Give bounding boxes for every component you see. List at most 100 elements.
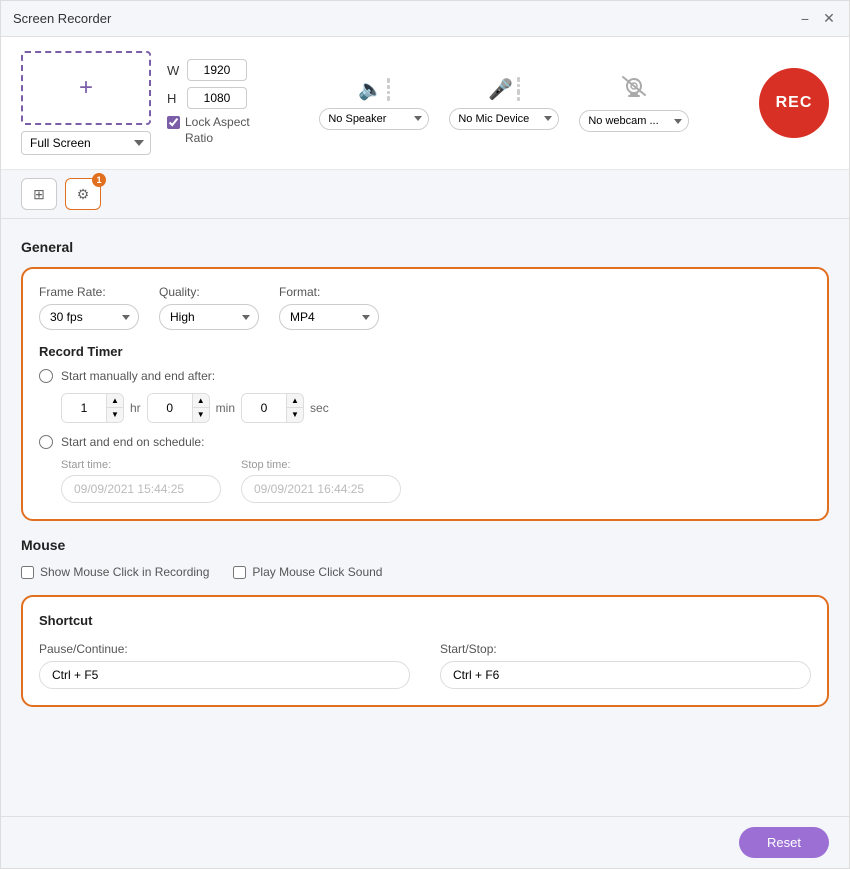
pause-shortcut-input[interactable] (39, 661, 410, 689)
play-click-sound-option: Play Mouse Click Sound (233, 565, 382, 579)
timer-inputs-row: ▲ ▼ hr ▲ ▼ min ▲ ▼ (61, 393, 811, 423)
top-section: + Full Screen Custom Area Window W H (1, 37, 849, 170)
timer-manual-label: Start manually and end after: (61, 369, 215, 383)
mbar4 (517, 97, 520, 101)
general-settings-row: Frame Rate: 30 fps 15 fps 20 fps 24 fps … (39, 285, 811, 330)
hr-unit: hr (130, 401, 141, 415)
mic-dropdown[interactable]: No Mic Device (449, 108, 559, 130)
frame-rate-select[interactable]: 30 fps 15 fps 20 fps 24 fps 60 fps (39, 304, 139, 330)
mouse-section: Mouse Show Mouse Click in Recording Play… (21, 537, 829, 579)
hr-input-wrap: ▲ ▼ (61, 393, 124, 423)
min-up-btn[interactable]: ▲ (193, 394, 209, 408)
general-section-title: General (21, 239, 829, 255)
reset-button[interactable]: Reset (739, 827, 829, 858)
sec-down-btn[interactable]: ▼ (287, 408, 303, 422)
play-click-sound-checkbox[interactable] (233, 566, 246, 579)
webcam-icon-row (620, 74, 648, 104)
close-button[interactable]: ✕ (821, 11, 837, 27)
format-group: Format: MP4 MOV AVI WMV (279, 285, 379, 330)
timer-option-2: Start and end on schedule: (39, 435, 811, 449)
mbar1 (517, 77, 520, 82)
height-input[interactable] (187, 87, 247, 109)
start-stop-shortcut-input[interactable] (440, 661, 811, 689)
general-settings-card: Frame Rate: 30 fps 15 fps 20 fps 24 fps … (21, 267, 829, 521)
sec-unit: sec (310, 401, 329, 415)
title-bar-controls: − ✕ (797, 11, 837, 27)
settings-badge: 1 (92, 173, 106, 187)
webcam-icon (620, 74, 648, 104)
title-bar: Screen Recorder − ✕ (1, 1, 849, 37)
settings-toolbar-btn[interactable]: ⚙ 1 (65, 178, 101, 210)
layout-toolbar-btn[interactable]: ⊞ (21, 178, 57, 210)
main-window: Screen Recorder − ✕ + Full Screen Custom… (0, 0, 850, 869)
layout-icon: ⊞ (33, 186, 45, 203)
seconds-input[interactable] (242, 394, 286, 422)
minutes-input[interactable] (148, 394, 192, 422)
webcam-device: No webcam ... (579, 74, 689, 132)
bar1 (387, 78, 390, 83)
start-stop-shortcut-label: Start/Stop: (440, 642, 811, 656)
show-mouse-click-checkbox[interactable] (21, 566, 34, 579)
mouse-options-row: Show Mouse Click in Recording Play Mouse… (21, 565, 829, 579)
format-label: Format: (279, 285, 379, 299)
bar3 (387, 91, 390, 94)
mic-icon-row: 🎤 (488, 77, 520, 102)
record-timer-title: Record Timer (39, 344, 811, 359)
rec-button[interactable]: REC (759, 68, 829, 138)
timer-schedule-label: Start and end on schedule: (61, 435, 204, 449)
play-click-sound-label: Play Mouse Click Sound (252, 565, 382, 579)
mbar3 (517, 89, 520, 95)
bar4 (387, 96, 390, 101)
pause-shortcut-label: Pause/Continue: (39, 642, 410, 656)
mbar2 (517, 84, 520, 87)
min-down-btn[interactable]: ▼ (193, 408, 209, 422)
timer-radio-schedule[interactable] (39, 435, 53, 449)
format-select[interactable]: MP4 MOV AVI WMV (279, 304, 379, 330)
schedule-section: Start time: 09/09/2021 15:44:25 Stop tim… (61, 459, 811, 503)
bar2 (387, 85, 390, 89)
dimensions-inputs: W H (167, 59, 250, 109)
speaker-icon-row: 🔈 (358, 77, 390, 102)
sec-up-btn[interactable]: ▲ (287, 394, 303, 408)
lock-aspect-ratio: Lock AspectRatio (167, 115, 250, 146)
toolbar-row: ⊞ ⚙ 1 (1, 170, 849, 219)
gear-icon: ⚙ (77, 186, 90, 203)
quality-label: Quality: (159, 285, 259, 299)
timer-radio-manual[interactable] (39, 369, 53, 383)
stop-time-input[interactable]: 09/09/2021 16:44:25 (241, 475, 401, 503)
time-inputs-row: Start time: 09/09/2021 15:44:25 Stop tim… (61, 459, 811, 503)
hr-down-btn[interactable]: ▼ (107, 408, 123, 422)
hours-input[interactable] (62, 394, 106, 422)
window-title: Screen Recorder (13, 11, 797, 26)
microphone-icon: 🎤 (488, 77, 513, 102)
stop-time-label: Stop time: (241, 459, 401, 471)
content-area: General Frame Rate: 30 fps 15 fps 20 fps… (1, 219, 849, 816)
screen-selector: + Full Screen Custom Area Window (21, 51, 151, 155)
pause-shortcut-group: Pause/Continue: (39, 642, 410, 689)
bottom-bar: Reset (1, 816, 849, 868)
stop-time-group: Stop time: 09/09/2021 16:44:25 (241, 459, 401, 503)
sec-spinners: ▲ ▼ (286, 394, 303, 422)
webcam-dropdown[interactable]: No webcam ... (579, 110, 689, 132)
start-time-input[interactable]: 09/09/2021 15:44:25 (61, 475, 221, 503)
speaker-dropdown[interactable]: No Speaker (319, 108, 429, 130)
quality-select[interactable]: High Low Medium (159, 304, 259, 330)
add-screen-icon: + (79, 76, 93, 100)
screen-type-dropdown[interactable]: Full Screen Custom Area Window (21, 131, 151, 155)
sec-input-wrap: ▲ ▼ (241, 393, 304, 423)
microphone-device: 🎤 No Mic Device (449, 77, 559, 130)
width-input[interactable] (187, 59, 247, 81)
dimensions-section: W H Lock AspectRatio (167, 59, 250, 146)
frame-rate-label: Frame Rate: (39, 285, 139, 299)
shortcut-title: Shortcut (39, 613, 811, 628)
hr-up-btn[interactable]: ▲ (107, 394, 123, 408)
minimize-button[interactable]: − (797, 11, 813, 27)
lock-aspect-checkbox[interactable] (167, 116, 180, 129)
shortcut-card: Shortcut Pause/Continue: Start/Stop: (21, 595, 829, 707)
screen-preview[interactable]: + (21, 51, 151, 125)
height-row: H (167, 87, 250, 109)
min-spinners: ▲ ▼ (192, 394, 209, 422)
timer-option-1: Start manually and end after: (39, 369, 811, 383)
speaker-icon: 🔈 (358, 77, 383, 102)
height-label: H (167, 91, 181, 106)
